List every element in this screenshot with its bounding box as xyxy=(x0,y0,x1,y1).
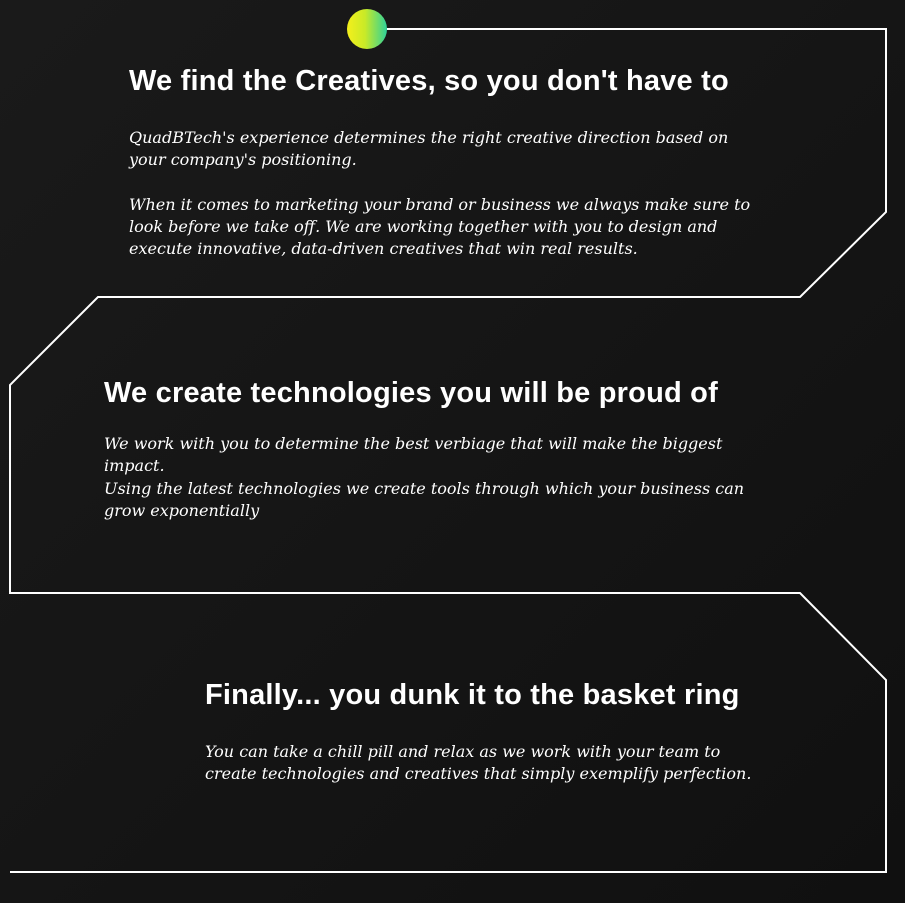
section-paragraph: QuadBTech's experience determines the ri… xyxy=(129,128,729,169)
section-paragraph: When it comes to marketing your brand or… xyxy=(129,195,751,258)
section-paragraph: We work with you to determine the best v… xyxy=(104,434,723,475)
timeline-dot xyxy=(347,9,387,49)
section-heading: We create technologies you will be proud… xyxy=(104,377,718,409)
section-heading: We find the Creatives, so you don't have… xyxy=(129,65,729,97)
section-heading: Finally... you dunk it to the basket rin… xyxy=(205,679,740,711)
section-paragraph: You can take a chill pill and relax as w… xyxy=(205,742,752,783)
section-paragraph: Using the latest technologies we create … xyxy=(104,479,745,520)
